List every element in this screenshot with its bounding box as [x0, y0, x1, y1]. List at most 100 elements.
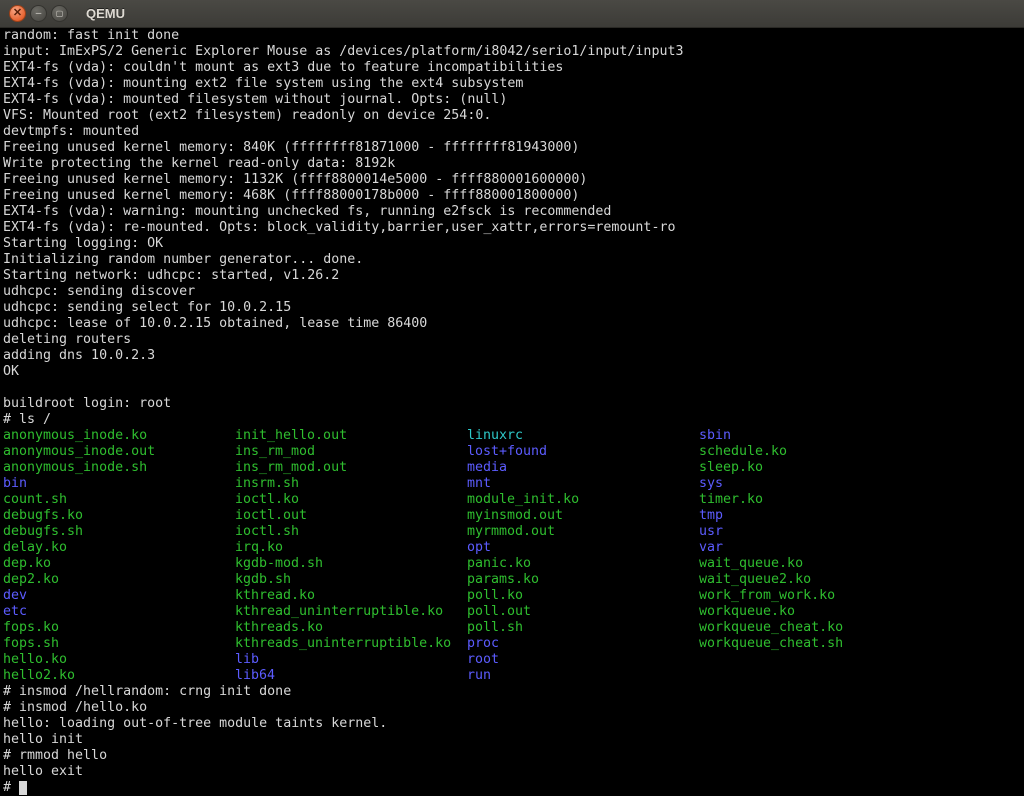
ls-entry-file: irq.ko	[235, 540, 467, 556]
ls-entry-directory: root	[467, 652, 699, 668]
terminal-text: hello: loading out-of-tree module taints…	[3, 716, 387, 731]
terminal-output[interactable]: random: fast init doneinput: ImExPS/2 Ge…	[0, 28, 1024, 796]
ls-output-row: anonymous_inode.outins_rm_modlost+founds…	[3, 444, 1024, 460]
ls-entry-directory: dev	[3, 588, 235, 604]
terminal-line: hello init	[3, 732, 1024, 748]
ls-entry-directory: lib64	[235, 668, 467, 684]
terminal-line: EXT4-fs (vda): mounting ext2 file system…	[3, 76, 1024, 92]
terminal-line: udhcpc: lease of 10.0.2.15 obtained, lea…	[3, 316, 1024, 332]
terminal-text: OK	[3, 364, 19, 379]
terminal-line: adding dns 10.0.2.3	[3, 348, 1024, 364]
ls-entry-file: poll.ko	[467, 588, 699, 604]
window-titlebar[interactable]: ✕ – ▢ QEMU	[0, 0, 1024, 28]
ls-output-row: etckthread_uninterruptible.kopoll.outwor…	[3, 604, 1024, 620]
ls-entry-file: kgdb.sh	[235, 572, 467, 588]
ls-entry-file: poll.sh	[467, 620, 699, 636]
ls-entry-file: debugfs.sh	[3, 524, 235, 540]
ls-entry-file: kgdb-mod.sh	[235, 556, 467, 572]
ls-entry-file: schedule.ko	[699, 444, 931, 460]
ls-entry-file: kthread.ko	[235, 588, 467, 604]
terminal-line: EXT4-fs (vda): couldn't mount as ext3 du…	[3, 60, 1024, 76]
terminal-text: udhcpc: lease of 10.0.2.15 obtained, lea…	[3, 316, 427, 331]
terminal-line: # insmod /hellrandom: crng init done	[3, 684, 1024, 700]
terminal-line: hello exit	[3, 764, 1024, 780]
ls-entry-file: myinsmod.out	[467, 508, 699, 524]
ls-output-row: bininsrm.shmntsys	[3, 476, 1024, 492]
terminal-text: adding dns 10.0.2.3	[3, 348, 155, 363]
terminal-text: EXT4-fs (vda): couldn't mount as ext3 du…	[3, 60, 563, 75]
ls-entry-file: delay.ko	[3, 540, 235, 556]
terminal-line: hello: loading out-of-tree module taints…	[3, 716, 1024, 732]
terminal-text: Freeing unused kernel memory: 840K (ffff…	[3, 140, 579, 155]
ls-entry-file: fops.sh	[3, 636, 235, 652]
terminal-text: # rmmod hello	[3, 748, 107, 763]
terminal-line: Write protecting the kernel read-only da…	[3, 156, 1024, 172]
terminal-text: EXT4-fs (vda): warning: mounting uncheck…	[3, 204, 611, 219]
ls-entry-file: wait_queue2.ko	[699, 572, 931, 588]
ls-entry-directory: sys	[699, 476, 931, 492]
ls-entry-directory: sbin	[699, 428, 931, 444]
maximize-icon[interactable]: ▢	[51, 5, 68, 22]
ls-entry-directory: bin	[3, 476, 235, 492]
ls-entry-file: hello.ko	[3, 652, 235, 668]
ls-entry-file: workqueue_cheat.ko	[699, 620, 931, 636]
window-title: QEMU	[86, 6, 125, 21]
ls-entry-directory: run	[467, 668, 699, 684]
ls-output-row: hello.kolibroot	[3, 652, 1024, 668]
terminal-line: OK	[3, 364, 1024, 380]
ls-entry-file: debugfs.ko	[3, 508, 235, 524]
ls-entry-file: anonymous_inode.ko	[3, 428, 235, 444]
ls-entry-directory: var	[699, 540, 931, 556]
ls-output-row: dep.kokgdb-mod.shpanic.kowait_queue.ko	[3, 556, 1024, 572]
terminal-line: Initializing random number generator... …	[3, 252, 1024, 268]
terminal-line: udhcpc: sending discover	[3, 284, 1024, 300]
terminal-line: Starting network: udhcpc: started, v1.26…	[3, 268, 1024, 284]
terminal-text: Initializing random number generator... …	[3, 252, 363, 267]
ls-entry-file: count.sh	[3, 492, 235, 508]
minimize-icon[interactable]: –	[30, 5, 47, 22]
ls-entry-directory: etc	[3, 604, 235, 620]
ls-entry-file: ins_rm_mod	[235, 444, 467, 460]
terminal-text: random: fast init done	[3, 28, 179, 43]
terminal-text: Starting network: udhcpc: started, v1.26…	[3, 268, 339, 283]
ls-entry-file: myrmmod.out	[467, 524, 699, 540]
terminal-line: random: fast init done	[3, 28, 1024, 44]
ls-output-row: fops.shkthreads_uninterruptible.koprocwo…	[3, 636, 1024, 652]
terminal-line: Starting logging: OK	[3, 236, 1024, 252]
ls-entry-file: ioctl.ko	[235, 492, 467, 508]
ls-entry-file: workqueue_cheat.sh	[699, 636, 931, 652]
terminal-text: # ls /	[3, 412, 51, 427]
ls-output-row: dep2.kokgdb.shparams.kowait_queue2.ko	[3, 572, 1024, 588]
terminal-line	[3, 380, 1024, 396]
terminal-text: #	[3, 780, 19, 795]
terminal-text: # insmod /hellrandom: crng init done	[3, 684, 291, 699]
terminal-text: hello init	[3, 732, 83, 747]
ls-entry-file: work_from_work.ko	[699, 588, 931, 604]
ls-entry-file: ins_rm_mod.out	[235, 460, 467, 476]
terminal-line: udhcpc: sending select for 10.0.2.15	[3, 300, 1024, 316]
terminal-line: VFS: Mounted root (ext2 filesystem) read…	[3, 108, 1024, 124]
close-icon[interactable]: ✕	[9, 5, 26, 22]
terminal-line: Freeing unused kernel memory: 468K (ffff…	[3, 188, 1024, 204]
ls-entry-file: kthread_uninterruptible.ko	[235, 604, 467, 620]
ls-entry-file: hello2.ko	[3, 668, 235, 684]
terminal-prompt-line: #	[3, 780, 1024, 796]
terminal-text: EXT4-fs (vda): re-mounted. Opts: block_v…	[3, 220, 675, 235]
ls-entry-file: panic.ko	[467, 556, 699, 572]
terminal-text: hello exit	[3, 764, 83, 779]
terminal-text: Freeing unused kernel memory: 468K (ffff…	[3, 188, 579, 203]
ls-entry-file: workqueue.ko	[699, 604, 931, 620]
ls-output-row: debugfs.koioctl.outmyinsmod.outtmp	[3, 508, 1024, 524]
terminal-text: input: ImExPS/2 Generic Explorer Mouse a…	[3, 44, 683, 59]
terminal-line: devtmpfs: mounted	[3, 124, 1024, 140]
terminal-line: Freeing unused kernel memory: 840K (ffff…	[3, 140, 1024, 156]
terminal-line: EXT4-fs (vda): re-mounted. Opts: block_v…	[3, 220, 1024, 236]
terminal-line: # rmmod hello	[3, 748, 1024, 764]
ls-entry-symlink: linuxrc	[467, 428, 699, 444]
terminal-line: EXT4-fs (vda): warning: mounting uncheck…	[3, 204, 1024, 220]
terminal-text: buildroot login: root	[3, 396, 171, 411]
ls-entry-file: anonymous_inode.sh	[3, 460, 235, 476]
ls-entry-file: kthreads.ko	[235, 620, 467, 636]
terminal-text: EXT4-fs (vda): mounting ext2 file system…	[3, 76, 523, 91]
ls-entry-file: ioctl.sh	[235, 524, 467, 540]
